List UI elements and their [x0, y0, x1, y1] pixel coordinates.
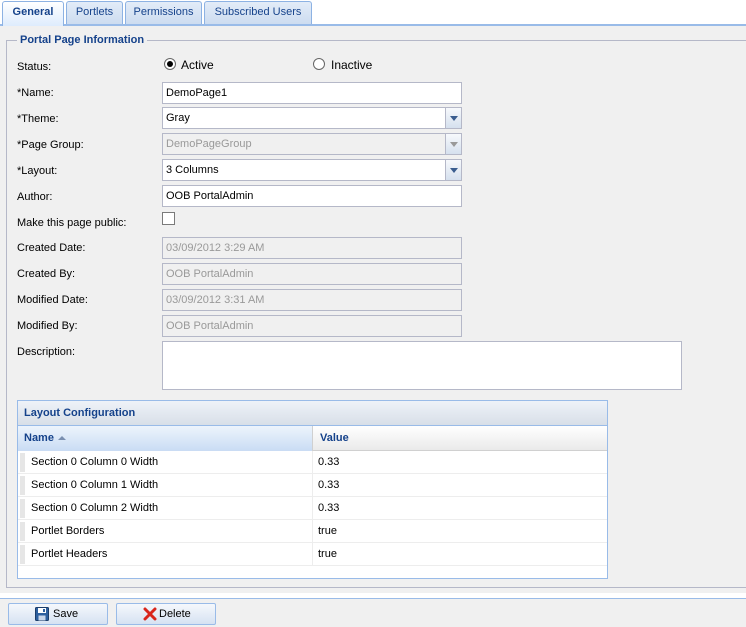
row-name-cell: Portlet Borders	[31, 520, 313, 543]
row-name-cell: Section 0 Column 1 Width	[31, 474, 313, 497]
row-marker	[20, 453, 25, 472]
column-header-value[interactable]: Value	[314, 426, 609, 451]
grid-title: Layout Configuration	[18, 401, 607, 426]
row-value-cell: 0.33	[318, 456, 340, 468]
floppy-disk-icon	[35, 607, 49, 621]
author-field[interactable]: OOB PortalAdmin	[162, 185, 462, 207]
row-marker	[20, 476, 25, 495]
description-textarea[interactable]	[162, 341, 682, 390]
row-value-cell: 0.33	[318, 502, 340, 514]
tab-general[interactable]: General	[2, 1, 64, 26]
layout-label: *Layout:	[17, 165, 58, 177]
sort-ascending-icon	[57, 436, 66, 441]
modified-by-field: OOB PortalAdmin	[162, 315, 462, 337]
name-label: *Name:	[17, 87, 54, 99]
theme-select-value: Gray	[166, 112, 190, 124]
general-panel: Portal Page Information Status: Active I…	[0, 26, 746, 593]
row-value-cell: true	[318, 548, 337, 560]
created-date-label: Created Date:	[17, 242, 86, 254]
row-marker	[20, 522, 25, 541]
row-name-cell: Section 0 Column 0 Width	[31, 451, 313, 474]
save-button-label: Save	[53, 608, 79, 620]
row-name-cell: Section 0 Column 2 Width	[31, 497, 313, 520]
modified-date-label: Modified Date:	[17, 294, 88, 306]
row-value-cell: true	[318, 525, 337, 537]
layout-select-value: 3 Columns	[166, 164, 219, 176]
page-group-label: *Page Group:	[17, 139, 84, 151]
row-value-cell: 0.33	[318, 479, 340, 491]
theme-select[interactable]: Gray	[162, 107, 462, 129]
name-field[interactable]: DemoPage1	[162, 82, 462, 104]
tab-subscribed-users[interactable]: Subscribed Users	[204, 1, 312, 24]
red-x-icon	[143, 607, 157, 621]
layout-config-grid: Layout Configuration Name Value Section …	[17, 400, 608, 579]
description-label: Description:	[17, 346, 76, 358]
status-inactive-radio[interactable]	[313, 58, 325, 70]
layout-select[interactable]: 3 Columns	[162, 159, 462, 181]
column-header-name[interactable]: Name	[18, 426, 313, 451]
modified-by-label: Modified By:	[17, 320, 78, 332]
author-label: Author:	[17, 191, 53, 203]
table-row[interactable]: Portlet Borders true	[18, 520, 607, 543]
bottom-toolbar: Save Delete	[0, 598, 746, 627]
row-marker	[20, 545, 25, 564]
table-row[interactable]: Section 0 Column 2 Width 0.33	[18, 497, 607, 520]
created-by-field: OOB PortalAdmin	[162, 263, 462, 285]
status-active-label[interactable]: Active	[181, 58, 214, 72]
status-inactive-label[interactable]: Inactive	[331, 58, 372, 72]
make-public-checkbox[interactable]	[162, 212, 175, 225]
make-public-label: Make this page public:	[17, 217, 127, 229]
row-marker	[20, 499, 25, 518]
page-group-select: DemoPageGroup	[162, 133, 462, 155]
column-header-name-label: Name	[24, 432, 54, 444]
delete-button-label: Delete	[159, 608, 191, 620]
status-label: Status:	[17, 61, 52, 73]
save-button[interactable]: Save	[8, 603, 108, 625]
chevron-down-icon[interactable]	[445, 107, 462, 129]
table-row[interactable]: Section 0 Column 0 Width 0.33	[18, 451, 607, 474]
created-date-field: 03/09/2012 3:29 AM	[162, 237, 462, 259]
fieldset-legend: Portal Page Information	[17, 34, 148, 47]
status-active-radio[interactable]	[164, 58, 176, 70]
created-by-label: Created By:	[17, 268, 76, 280]
delete-button[interactable]: Delete	[116, 603, 216, 625]
chevron-down-icon[interactable]	[445, 159, 462, 181]
chevron-down-icon	[445, 133, 462, 155]
theme-label: *Theme:	[17, 113, 59, 125]
page-group-select-value: DemoPageGroup	[166, 138, 252, 150]
tab-permissions[interactable]: Permissions	[125, 1, 202, 24]
table-row[interactable]: Section 0 Column 1 Width 0.33	[18, 474, 607, 497]
grid-header: Name Value	[18, 426, 607, 451]
table-row[interactable]: Portlet Headers true	[18, 543, 607, 566]
tab-portlets[interactable]: Portlets	[66, 1, 123, 24]
tab-bar: General Portlets Permissions Subscribed …	[0, 0, 746, 26]
row-name-cell: Portlet Headers	[31, 543, 313, 566]
modified-date-field: 03/09/2012 3:31 AM	[162, 289, 462, 311]
